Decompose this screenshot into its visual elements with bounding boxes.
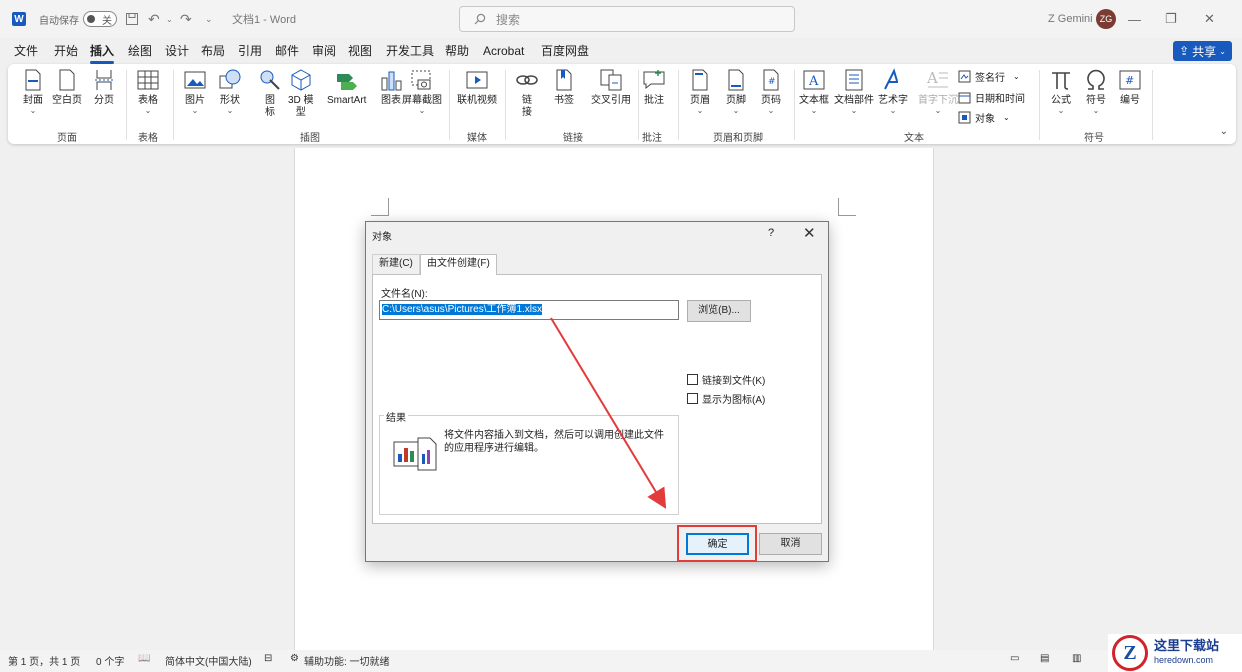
watermark-logo: Z [1112,635,1148,671]
ok-button-highlight [677,525,757,562]
annotation-arrow [550,317,667,509]
accessibility-status[interactable]: 辅助功能: 一切就绪 [304,653,390,668]
proofing-icon[interactable]: 📖 [138,653,150,664]
watermark-cn: 这里下载站 [1154,638,1220,653]
page-count[interactable]: 第 1 页，共 1 页 [8,653,80,668]
word-count[interactable]: 0 个字 [96,653,124,668]
tab-create-from-file[interactable]: 由文件创建(F) [420,254,497,275]
language[interactable]: 简体中文(中国大陆) [165,653,252,668]
accessibility-icon: ⚙ [290,653,299,664]
web-layout-icon[interactable]: ▥ [1072,653,1081,664]
watermark: Z 这里下载站 heredown.com [1108,634,1242,672]
watermark-en: heredown.com [1154,655,1214,665]
read-mode-icon[interactable]: ▭ [1010,653,1019,664]
status-bar: 第 1 页，共 1 页 0 个字 📖 简体中文(中国大陆) ⊟ ⚙ 辅助功能: … [0,650,1242,672]
macro-record-icon[interactable]: ⊟ [264,653,272,664]
print-layout-icon[interactable]: ▤ [1040,653,1049,664]
